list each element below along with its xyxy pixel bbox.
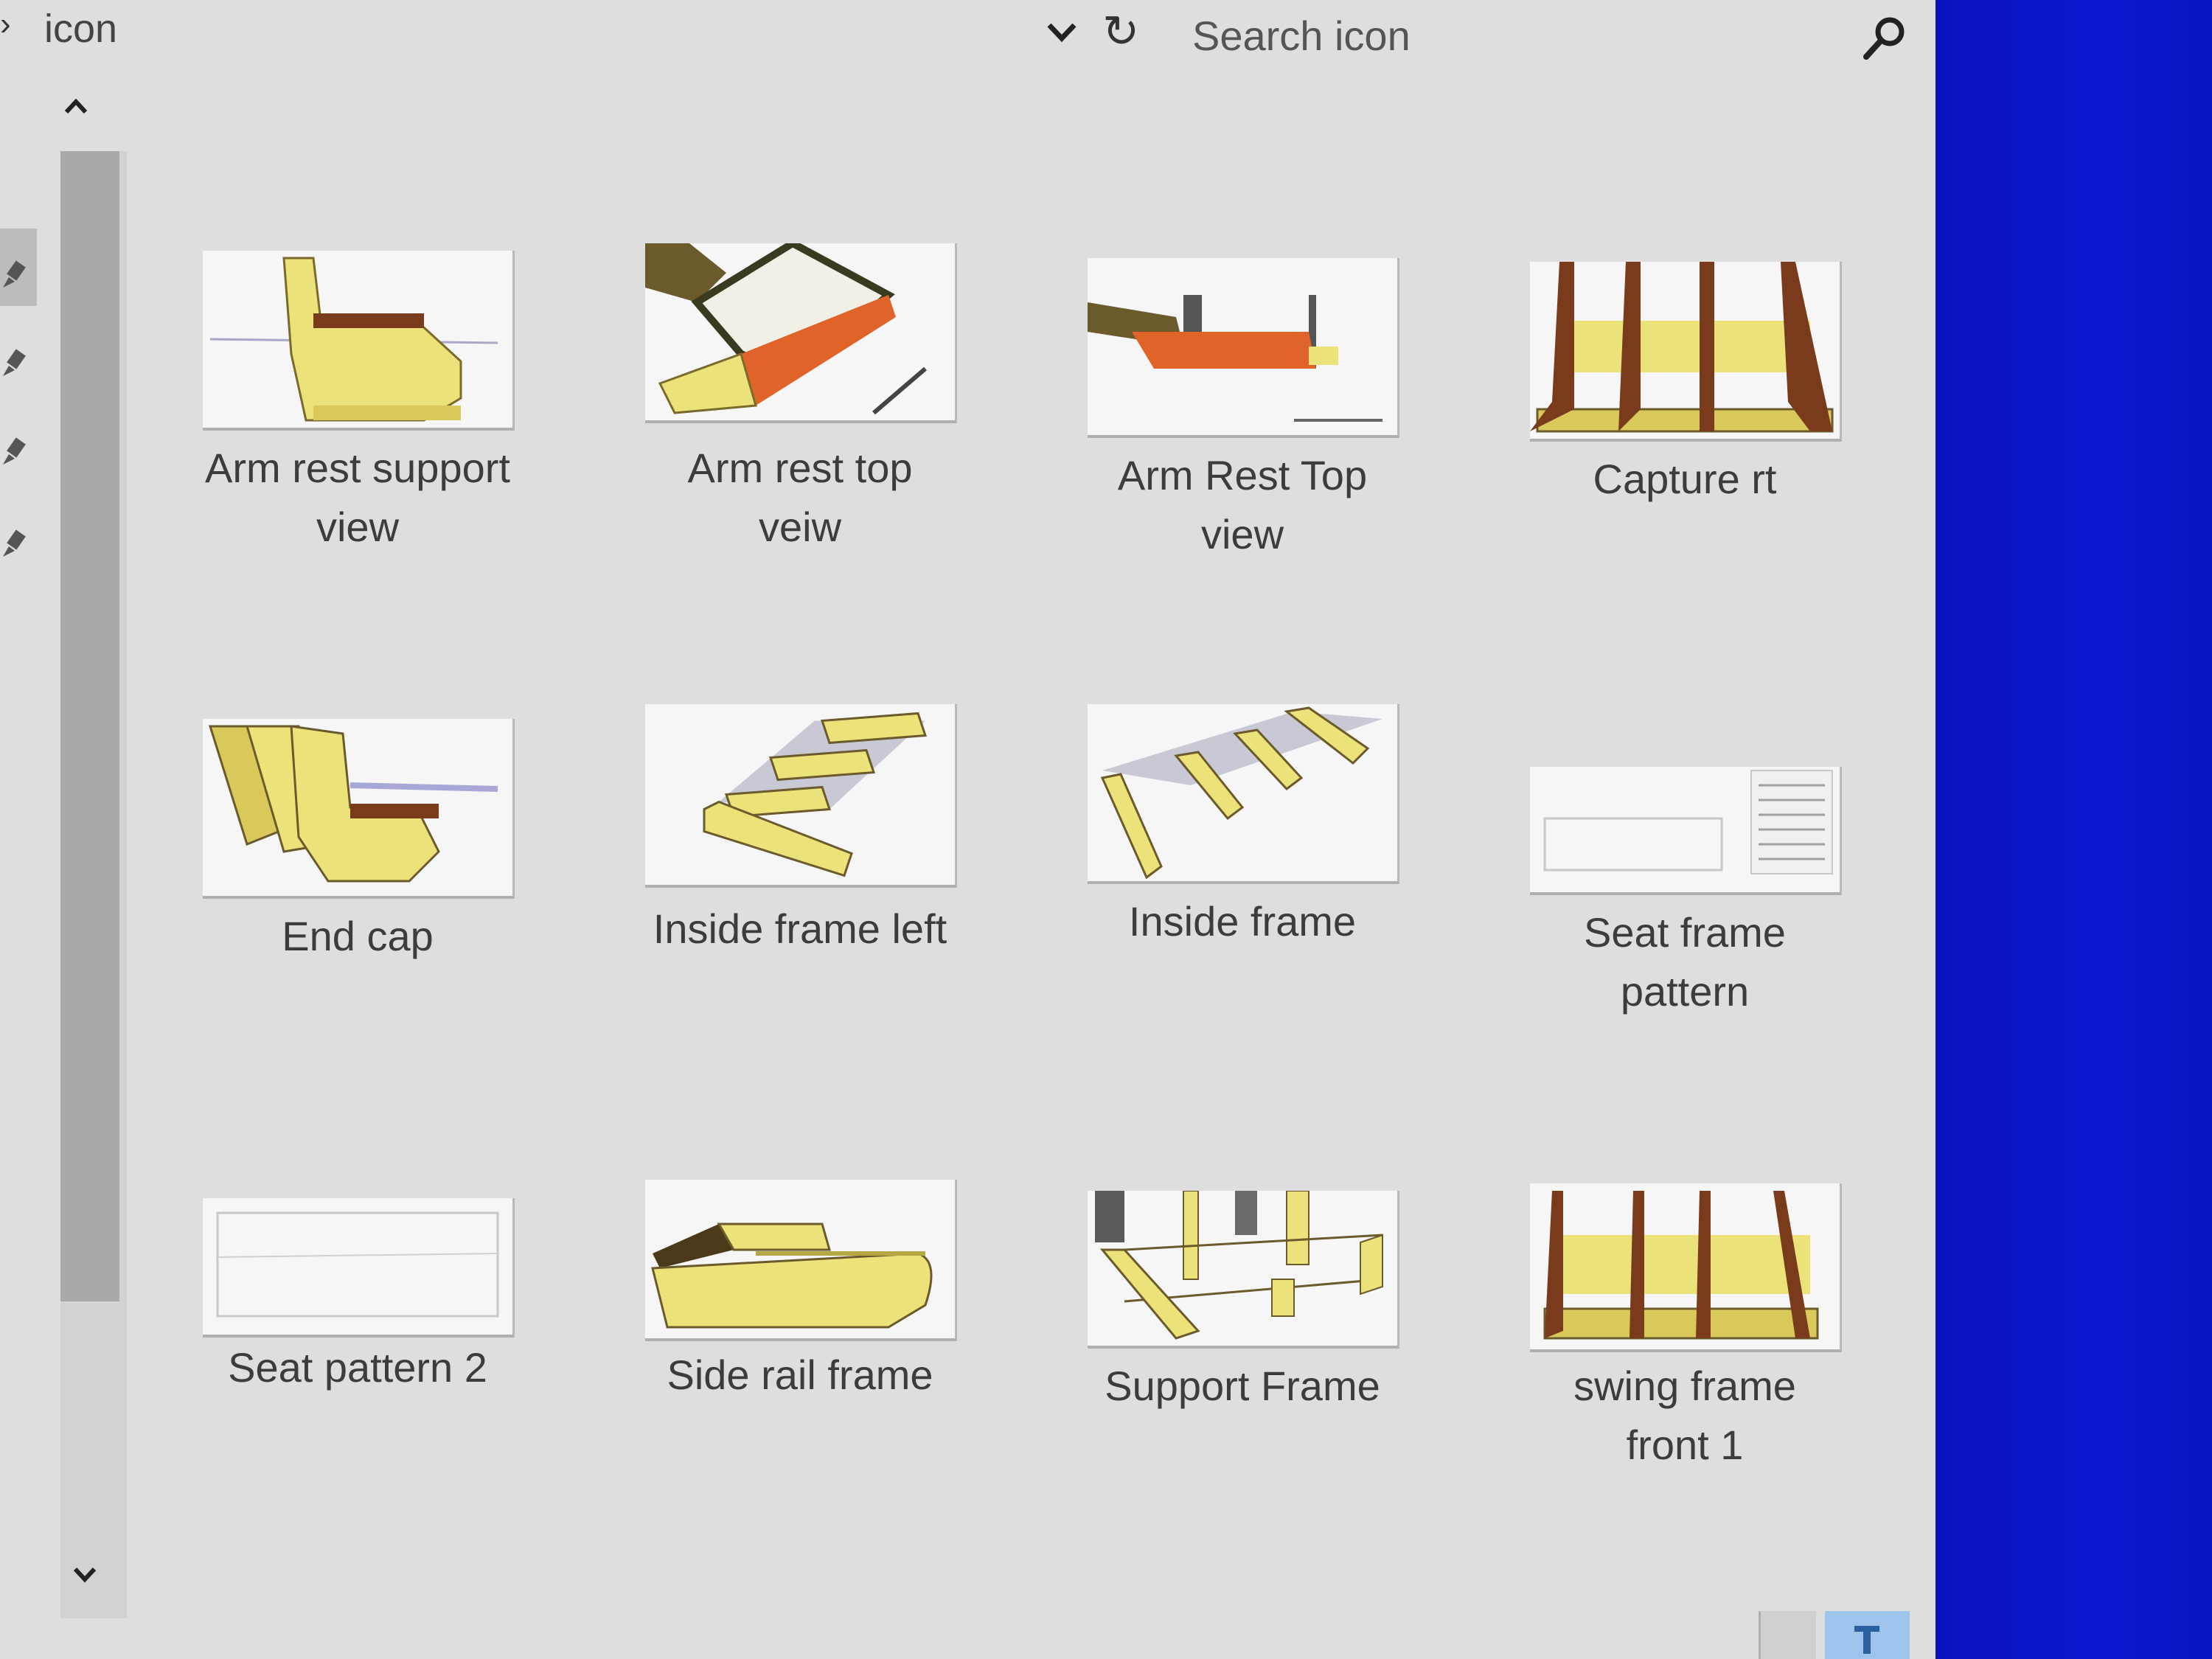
seat-pattern-2-thumbnail-icon bbox=[203, 1198, 512, 1335]
file-thumbnail bbox=[1088, 258, 1399, 438]
file-thumbnail bbox=[203, 1198, 515, 1338]
address-bar: › icon ↻ bbox=[0, 0, 1935, 66]
file-name-line-1: swing frame bbox=[1573, 1363, 1796, 1409]
file-thumbnail bbox=[645, 1180, 957, 1341]
inside-frame-left-thumbnail-icon bbox=[645, 706, 955, 883]
side-rail-frame-thumbnail-icon bbox=[645, 1180, 955, 1338]
file-name-line-1: Side rail frame bbox=[667, 1352, 933, 1398]
scrollbar-thumb[interactable] bbox=[60, 151, 119, 1301]
swing-frame-front-thumbnail-icon bbox=[1530, 1183, 1840, 1349]
large-icons-view-icon bbox=[1854, 1626, 1879, 1654]
file-name-line-2: pattern bbox=[1620, 968, 1750, 1015]
file-name-line-1: Support Frame bbox=[1105, 1363, 1380, 1409]
refresh-button[interactable]: ↻ bbox=[1102, 6, 1139, 58]
file-name-line-2: view bbox=[1200, 511, 1284, 557]
end-cap-thumbnail-icon bbox=[203, 719, 512, 896]
armrest-top-view-thumbnail-icon bbox=[1088, 258, 1397, 435]
file-name-line-1: End cap bbox=[282, 913, 434, 959]
navigation-pane bbox=[0, 81, 37, 1659]
address-dropdown-button[interactable] bbox=[1043, 13, 1080, 50]
file-item[interactable]: Arm rest support view bbox=[203, 251, 645, 634]
pin-icon[interactable] bbox=[0, 435, 27, 467]
details-view-button[interactable] bbox=[1759, 1611, 1816, 1659]
file-name-line-1: Inside frame bbox=[1128, 898, 1357, 945]
armrest-support-thumbnail-icon bbox=[203, 251, 512, 428]
file-item[interactable]: Seat frame pattern bbox=[1530, 767, 1935, 1150]
file-thumbnail bbox=[203, 251, 515, 431]
file-thumbnail bbox=[1530, 767, 1842, 895]
search-input[interactable] bbox=[1191, 9, 1820, 62]
file-name-line-2: veiw bbox=[758, 504, 842, 550]
file-item[interactable]: Capture rt bbox=[1530, 262, 1935, 645]
file-name-line-1: Arm rest top bbox=[687, 445, 913, 491]
file-name-line-1: Arm rest support bbox=[205, 445, 510, 491]
file-name-line-1: Arm Rest Top bbox=[1117, 452, 1368, 498]
file-name-line-1: Seat frame bbox=[1584, 909, 1786, 956]
pin-icon[interactable] bbox=[0, 527, 27, 560]
file-item[interactable]: Arm Rest Top view bbox=[1088, 258, 1530, 641]
chevron-down-icon bbox=[1047, 23, 1077, 43]
file-thumbnail bbox=[645, 704, 957, 888]
file-thumbnail bbox=[645, 243, 957, 423]
file-name-line-1: Capture rt bbox=[1593, 456, 1777, 502]
pin-icon[interactable] bbox=[0, 258, 27, 291]
file-thumbnail bbox=[1088, 704, 1399, 884]
file-item[interactable]: End cap bbox=[203, 719, 645, 1102]
inside-frame-thumbnail-icon bbox=[1088, 704, 1397, 881]
file-name-line-1: Seat pattern 2 bbox=[228, 1344, 487, 1391]
file-item[interactable]: swing frame front 1 bbox=[1530, 1183, 1935, 1567]
armrest-top-thumbnail-icon bbox=[645, 243, 955, 420]
file-name-line-2: front 1 bbox=[1626, 1422, 1744, 1468]
search-icon bbox=[1863, 17, 1905, 60]
desktop-background bbox=[1935, 0, 2212, 1659]
breadcrumb-folder[interactable]: icon bbox=[44, 6, 117, 52]
file-item[interactable]: Support Frame bbox=[1088, 1191, 1530, 1574]
scroll-down-arrow-icon[interactable] bbox=[66, 1556, 103, 1593]
file-thumbnail bbox=[1088, 1191, 1399, 1349]
file-thumbnail bbox=[1530, 262, 1842, 442]
pin-icon[interactable] bbox=[0, 347, 27, 379]
file-item[interactable]: Side rail frame bbox=[645, 1180, 1088, 1563]
search-button[interactable] bbox=[1854, 11, 1913, 70]
file-name-line-2: view bbox=[316, 504, 400, 550]
file-name-line-1: Inside frame left bbox=[653, 905, 947, 952]
search-box bbox=[1180, 0, 1935, 66]
file-item[interactable]: Inside frame bbox=[1088, 704, 1530, 1088]
file-item[interactable]: Arm rest top veiw bbox=[645, 243, 1088, 627]
file-thumbnail bbox=[203, 719, 515, 899]
vertical-scrollbar[interactable] bbox=[28, 81, 127, 1618]
file-explorer-window: › icon ↻ Search icon Arm rest support vi… bbox=[0, 0, 1935, 1659]
breadcrumb-chevron-icon[interactable]: › bbox=[0, 6, 11, 43]
seat-frame-pattern-thumbnail-icon bbox=[1530, 767, 1840, 892]
scroll-up-arrow-icon[interactable] bbox=[58, 88, 94, 125]
file-item[interactable]: Seat pattern 2 bbox=[203, 1198, 645, 1582]
file-thumbnail bbox=[1530, 1183, 1842, 1352]
support-frame-thumbnail-icon bbox=[1088, 1191, 1397, 1346]
capture-rt-thumbnail-icon bbox=[1530, 262, 1840, 439]
file-item[interactable]: Inside frame left bbox=[645, 704, 1088, 1088]
large-icons-view-button[interactable] bbox=[1825, 1611, 1910, 1659]
